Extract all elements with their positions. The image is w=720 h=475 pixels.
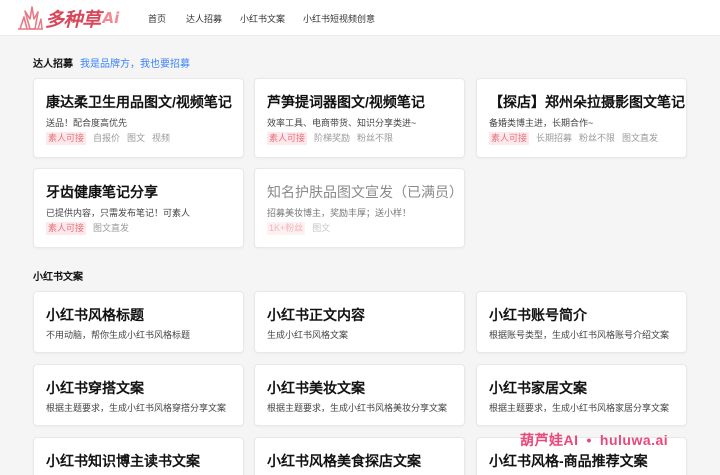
card-description: 备婚类博主进，长期合作~	[489, 118, 594, 128]
card-tags: 素人可接 阶梯奖励 粉丝不限	[267, 132, 400, 145]
tag: 阶梯奖励	[314, 133, 351, 143]
section-title-copywriting: 小红书文案	[33, 272, 83, 283]
card-description: 送品！配合度高优先	[46, 118, 128, 128]
tag-highlight: 1K+粉丝	[267, 222, 306, 235]
card-title: 芦笋提词器图文/视频笔记	[267, 94, 425, 110]
card-title: 小红书正文内容	[267, 307, 365, 323]
card-title: 小红书风格美食探店文案	[267, 453, 421, 469]
tag: 粉丝不限	[579, 133, 616, 143]
tag: 视频	[152, 133, 171, 143]
recruit-card[interactable]: 牙齿健康笔记分享 已提供内容，只需发布笔记！可素人 素人可接 图文直发	[33, 168, 244, 248]
recruit-card[interactable]: 【探店】郑州朵拉摄影图文笔记 备婚类博主进，长期合作~ 素人可接 长期招募 粉丝…	[476, 78, 687, 158]
card-tags: 素人可接 自报价 图文 视频	[46, 132, 177, 145]
card-title: 【探店】郑州朵拉摄影图文笔记	[489, 94, 685, 110]
card-description: 招募美妆博主，奖励丰厚；送小样！	[267, 208, 412, 218]
card-description: 不用动脑，帮你生成小红书风格标题	[46, 330, 191, 340]
card-title: 小红书账号简介	[489, 307, 587, 323]
tag-highlight: 素人可接	[46, 222, 87, 235]
copy-tool-card[interactable]: 小红书家居文案 根据主题要求，生成小红书风格家居分享文案	[476, 364, 687, 426]
tag-highlight: 素人可接	[46, 132, 87, 145]
logo-text: 多种草	[45, 8, 101, 31]
recruit-card[interactable]: 康达柔卫生用品图文/视频笔记 送品！配合度高优先 素人可接 自报价 图文 视频	[33, 78, 244, 158]
card-description: 生成小红书风格文案	[267, 330, 349, 340]
logo-ai-text: Ai	[102, 9, 120, 27]
copy-tool-card[interactable]: 小红书正文内容 生成小红书风格文案	[254, 291, 465, 353]
recruit-card[interactable]: 芦笋提词器图文/视频笔记 效率工具、电商带货、知识分享类进~ 素人可接 阶梯奖励…	[254, 78, 465, 158]
recruit-card-full[interactable]: 知名护肤品图文宣发（已满员） 招募美妆博主，奖励丰厚；送小样！ 1K+粉丝 图文	[254, 168, 465, 248]
card-description: 根据主题要求，生成小红书风格美妆分享文案	[267, 403, 448, 413]
card-description: 已提供内容，只需发布笔记！可素人	[46, 208, 191, 218]
card-tags: 1K+粉丝 图文	[267, 222, 337, 235]
copy-tool-card[interactable]: 小红书账号简介 根据账号类型，生成小红书风格账号介绍文案	[476, 291, 687, 353]
tag: 图文直发	[93, 223, 130, 233]
section-title-recruit: 达人招募	[33, 59, 73, 70]
tag-highlight: 素人可接	[267, 132, 308, 145]
card-title: 牙齿健康笔记分享	[46, 184, 158, 200]
brand-recruit-link[interactable]: 我是品牌方，我也要招募	[80, 55, 190, 70]
copy-tool-card[interactable]: 小红书风格美食探店文案	[254, 437, 465, 475]
card-description: 根据主题要求，生成小红书风格家居分享文案	[489, 403, 670, 413]
top-navigation-bar: 多种草 Ai 首页 达人招募 小红书文案 小红书短视频创意	[0, 0, 720, 36]
card-title: 小红书风格标题	[46, 307, 144, 323]
card-title: 小红书家居文案	[489, 380, 587, 396]
nav-item-video-ideas[interactable]: 小红书短视频创意	[303, 12, 375, 25]
copy-tool-card[interactable]: 小红书知识博主读书文案	[33, 437, 244, 475]
card-title: 小红书穿搭文案	[46, 380, 144, 396]
grass-logo-icon	[18, 6, 43, 30]
logo[interactable]: 多种草 Ai	[16, 4, 119, 32]
card-title: 小红书美妆文案	[267, 380, 365, 396]
card-description: 根据主题要求，生成小红书风格穿搭分享文案	[46, 403, 227, 413]
card-title: 康达柔卫生用品图文/视频笔记	[46, 94, 232, 110]
copy-tool-card[interactable]: 小红书风格标题 不用动脑，帮你生成小红书风格标题	[33, 291, 244, 353]
card-title: 知名护肤品图文宣发（已满员）	[267, 184, 463, 200]
watermark-brand: 葫芦娃AI	[520, 432, 579, 448]
copy-tool-card[interactable]: 小红书美妆文案 根据主题要求，生成小红书风格美妆分享文案	[254, 364, 465, 426]
card-description: 根据账号类型，生成小红书风格账号介绍文案	[489, 330, 670, 340]
tag: 图文直发	[622, 133, 659, 143]
card-tags: 素人可接 图文直发	[46, 222, 136, 235]
nav-item-copywriting[interactable]: 小红书文案	[240, 12, 285, 25]
card-description: 效率工具、电商带货、知识分享类进~	[267, 118, 417, 128]
nav-item-home[interactable]: 首页	[148, 12, 166, 25]
tag-highlight: 素人可接	[489, 132, 530, 145]
watermark-domain: huluwa.ai	[599, 432, 669, 448]
tag: 自报价	[93, 133, 121, 143]
card-title: 小红书知识博主读书文案	[46, 453, 200, 469]
nav-item-recruit[interactable]: 达人招募	[186, 12, 222, 25]
tag: 长期招募	[536, 133, 573, 143]
watermark-separator: •	[586, 432, 592, 448]
tag: 图文	[312, 223, 331, 233]
card-title: 小红书风格-商品推荐文案	[489, 453, 648, 469]
tag: 图文	[127, 133, 146, 143]
card-tags: 素人可接 长期招募 粉丝不限 图文直发	[489, 132, 665, 145]
tag: 粉丝不限	[357, 133, 394, 143]
copy-tool-card[interactable]: 小红书穿搭文案 根据主题要求，生成小红书风格穿搭分享文案	[33, 364, 244, 426]
watermark: 葫芦娃AI • huluwa.ai	[520, 430, 668, 448]
